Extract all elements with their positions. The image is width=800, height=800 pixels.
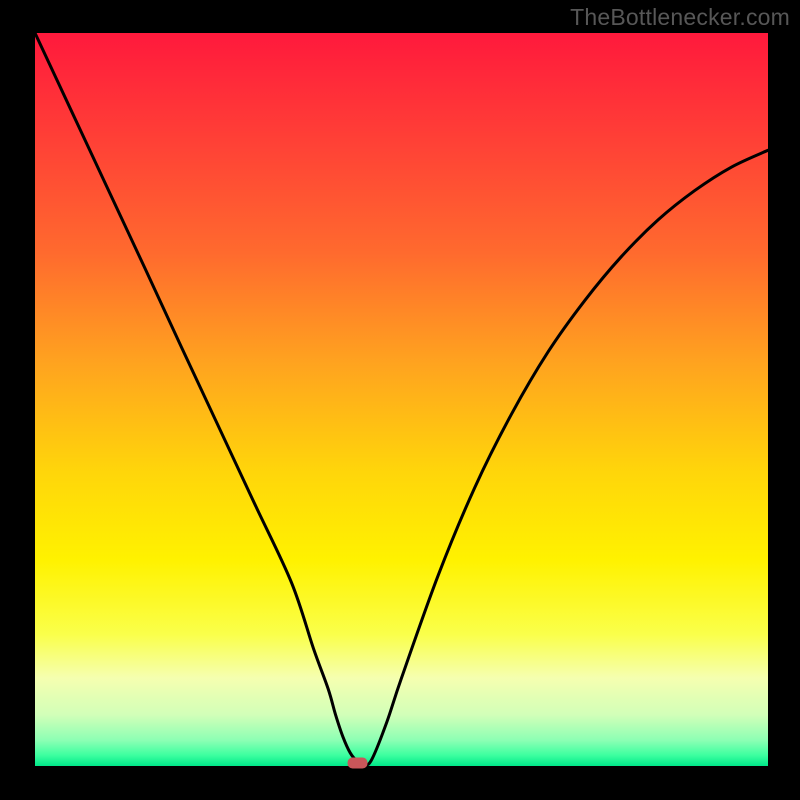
optimal-marker — [348, 758, 368, 769]
bottleneck-chart — [0, 0, 800, 800]
watermark-text: TheBottlenecker.com — [570, 4, 790, 31]
chart-frame: TheBottlenecker.com — [0, 0, 800, 800]
plot-background — [35, 33, 768, 766]
